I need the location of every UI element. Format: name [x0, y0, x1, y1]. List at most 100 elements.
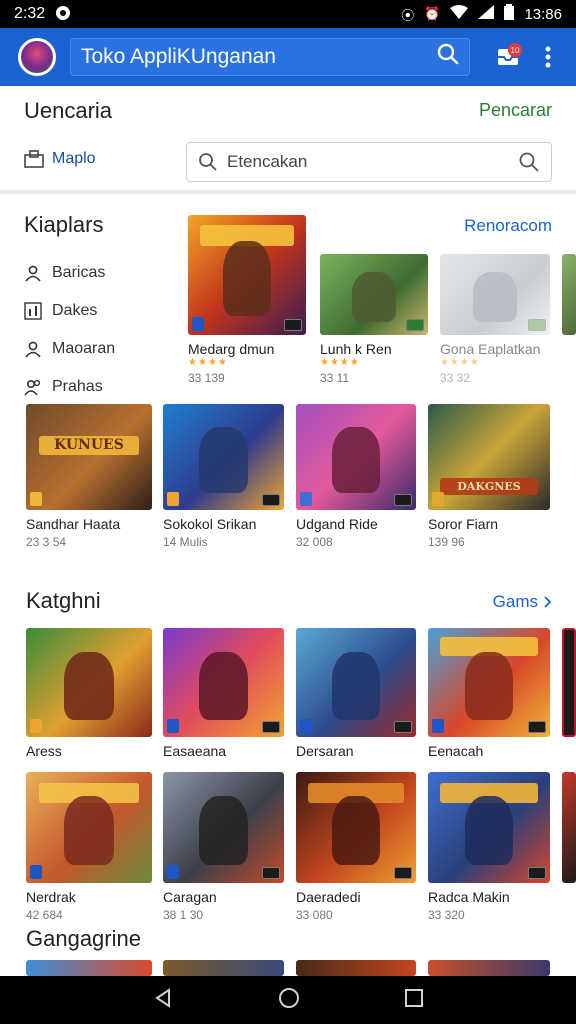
app-meta: 139 96: [428, 535, 465, 549]
category-label: Prahas: [52, 378, 103, 395]
notification-icon: [55, 5, 71, 24]
thumbnail-tag: [262, 494, 280, 506]
header-section: Uencaria Pencarar Maplo Etencakan: [0, 86, 576, 194]
recents-button[interactable]: [405, 988, 424, 1012]
thumbnail-character: [332, 796, 380, 866]
app-meta: 33 080: [296, 908, 333, 922]
section-link-kategori[interactable]: Gams: [493, 592, 552, 612]
app-thumbnail: [26, 628, 152, 737]
thumbnail-character: [63, 796, 115, 866]
thumbnail-tag: [262, 721, 280, 733]
app-thumbnail-partial[interactable]: [163, 960, 284, 976]
people-icon: [24, 379, 41, 396]
home-button[interactable]: [278, 987, 300, 1014]
app-meta: 33 11: [320, 371, 350, 385]
app-card[interactable]: Easaeana: [163, 628, 284, 759]
app-card[interactable]: Radca Makin 33 320: [428, 772, 550, 922]
app-thumbnail: [163, 772, 284, 883]
app-meta: 33 32: [440, 371, 471, 385]
screen: { "status_bar": { "time": "2:32", "clock…: [0, 0, 576, 1024]
app-name: Sandhar Haata: [26, 516, 121, 532]
person-icon: [25, 265, 41, 282]
thumbnail-character: [352, 271, 396, 323]
thumbnail-character: [332, 427, 380, 494]
status-bar: 2:32 ⦿ ⏰ 13:86: [0, 0, 576, 28]
app-meta: 38 1 30: [163, 908, 204, 922]
app-name: Sokokol Srikan: [163, 516, 257, 532]
bar-chart-icon: [24, 302, 42, 320]
app-thumbnail-partial[interactable]: [296, 960, 416, 976]
thumbnail-tag: [528, 319, 546, 331]
thumbnail-badge: [30, 719, 42, 733]
system-nav-bar: [0, 976, 576, 1024]
status-time: 2:32: [14, 5, 46, 22]
app-card[interactable]: Dersaran: [296, 628, 416, 759]
category-label: Baricas: [52, 264, 106, 281]
app-card[interactable]: Sokokol Srikan 14 Mulis: [163, 404, 284, 549]
more-vert-icon: [545, 46, 551, 68]
category-item[interactable]: Dakes: [24, 292, 115, 330]
app-card[interactable]: KUNUES Sandhar Haata 23 3 54: [26, 404, 152, 549]
app-card[interactable]: Udgand Ride 32 008: [296, 404, 416, 549]
thumbnail-character: [464, 796, 514, 866]
thumbnail-badge: [300, 492, 312, 506]
more-options-button[interactable]: [528, 37, 568, 77]
category-item[interactable]: Maoaran: [24, 330, 115, 368]
section-link-top[interactable]: Renoracom: [464, 216, 552, 236]
status-clock-right: 13:86: [524, 5, 562, 23]
thumbnail-badge: [432, 719, 444, 733]
app-card[interactable]: DAKGNES Soror Fiarn 139 96: [428, 404, 550, 549]
featured-app-card[interactable]: Lunh k Ren ★★★★ 33 11: [320, 254, 428, 385]
app-thumbnail: [428, 772, 550, 883]
signal-icon: [478, 5, 495, 23]
back-button[interactable]: [153, 987, 173, 1013]
thumbnail-character: [199, 796, 248, 866]
battery-icon: [504, 4, 515, 24]
category-item[interactable]: Prahas: [24, 368, 115, 406]
app-title-search-box[interactable]: Toko AppliKUnganan: [70, 38, 470, 76]
category-list: Baricas Dakes Maoaran Prahas: [24, 254, 115, 406]
app-meta: 23 3 54: [26, 535, 67, 549]
inbox-button[interactable]: 10: [488, 37, 528, 77]
app-name: Eenacah: [428, 743, 484, 759]
thumbnail-tag: [394, 721, 412, 733]
app-card[interactable]: Caragan 38 1 30: [163, 772, 284, 922]
app-thumbnail: [428, 628, 550, 737]
app-name: Medarg dmun: [188, 341, 275, 357]
thumbnail-badge: [432, 492, 444, 506]
thumbnail-character: [332, 651, 380, 720]
featured-app-card[interactable]: Medarg dmun ★★★★ 33 139: [188, 215, 306, 385]
category-label: Dakes: [52, 302, 98, 319]
header-link[interactable]: Pencarar: [479, 100, 552, 121]
app-thumbnail-partial[interactable]: [428, 960, 550, 976]
category-item[interactable]: Baricas: [24, 254, 115, 292]
app-thumbnail: [320, 254, 428, 335]
app-thumbnail-partial[interactable]: [26, 960, 152, 976]
thumbnail-character: [473, 271, 517, 323]
app-card[interactable]: Nerdrak 42 684: [26, 772, 152, 922]
app-thumbnail: [296, 772, 416, 883]
app-name: Dersaran: [296, 743, 354, 759]
app-card[interactable]: Eenacah: [428, 628, 550, 759]
thumbnail-character: [223, 241, 271, 316]
thumbnail-banner: KUNUES: [38, 435, 140, 455]
featured-app-card[interactable]: Gona Eaplatkan ★★★★ 33 32: [440, 254, 550, 385]
search-icon[interactable]: [519, 152, 539, 172]
app-thumbnail: [296, 404, 416, 510]
app-meta: 33 320: [428, 908, 465, 922]
app-thumbnail-peek: [562, 254, 576, 335]
app-thumbnail: [163, 404, 284, 510]
thumbnail-character: [464, 651, 514, 720]
avatar[interactable]: [18, 38, 56, 76]
app-name: Lunh k Ren: [320, 341, 392, 357]
search-icon[interactable]: [437, 43, 459, 71]
search-placeholder: Etencakan: [227, 152, 308, 171]
app-card[interactable]: Daeradedi 33 080: [296, 772, 416, 922]
search-field[interactable]: Etencakan: [186, 142, 552, 182]
apps-tab[interactable]: Maplo: [24, 150, 96, 168]
app-card[interactable]: Aress: [26, 628, 152, 759]
thumbnail-tag: [262, 867, 280, 879]
apps-icon: [24, 150, 44, 168]
alarm-icon: ⏰: [424, 6, 441, 21]
app-name: Radca Makin: [428, 889, 510, 905]
